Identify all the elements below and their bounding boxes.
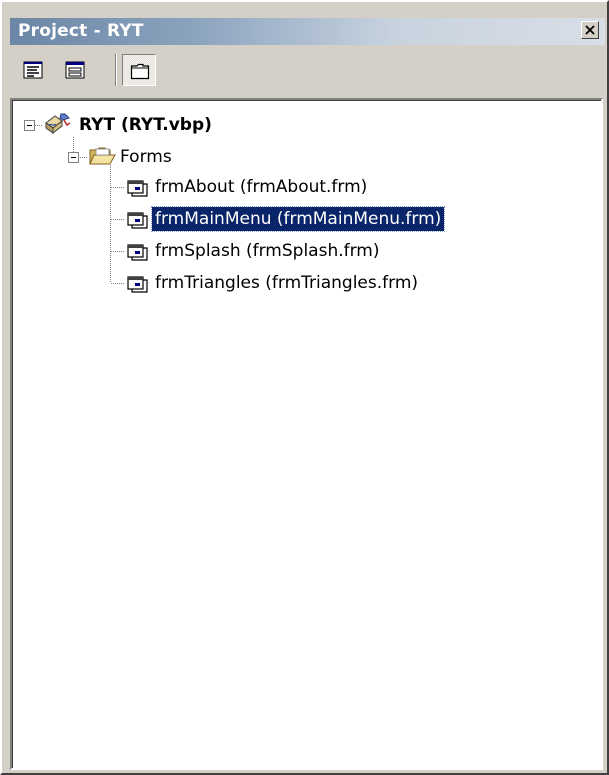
title-bar[interactable]: Project - RYT — [10, 18, 605, 45]
view-code-button[interactable] — [16, 54, 50, 86]
toggle-folders-icon — [130, 63, 150, 80]
collapse-toggle[interactable] — [68, 152, 79, 163]
tree-node-form[interactable]: frmSplash (frmSplash.frm) — [13, 239, 593, 263]
tree-node-form[interactable]: frmTriangles (frmTriangles.frm) — [13, 271, 593, 295]
forms-folder-label: Forms — [120, 147, 172, 167]
form-icon — [127, 244, 148, 261]
project-explorer-window: Project - RYT RYT (RYT.vbp) Forms frmAbo… — [0, 0, 609, 775]
toggle-folders-button[interactable] — [122, 54, 156, 86]
close-button[interactable] — [581, 21, 599, 39]
form-icon — [127, 180, 148, 197]
tree-node-form[interactable]: frmMainMenu (frmMainMenu.frm) — [13, 206, 593, 232]
window-title: Project - RYT — [18, 21, 144, 41]
vb-project-icon — [45, 113, 71, 135]
view-object-button[interactable] — [58, 54, 92, 86]
form-label: frmTriangles (frmTriangles.frm) — [155, 273, 419, 293]
project-label: RYT (RYT.vbp) — [79, 115, 212, 135]
toolbar — [10, 48, 605, 96]
view-code-icon — [23, 61, 43, 79]
form-label-selected: frmMainMenu (frmMainMenu.frm) — [150, 206, 446, 232]
tree-node-form[interactable]: frmAbout (frmAbout.frm) — [13, 175, 593, 199]
tree-node-project[interactable]: RYT (RYT.vbp) — [13, 113, 413, 137]
form-label: frmSplash (frmSplash.frm) — [155, 241, 380, 261]
close-icon — [585, 25, 595, 35]
toolbar-separator — [115, 54, 117, 86]
form-icon — [127, 276, 148, 293]
form-icon — [127, 212, 148, 229]
project-tree[interactable]: RYT (RYT.vbp) Forms frmAbout (frmAbout.f… — [10, 98, 603, 770]
view-object-icon — [65, 61, 85, 79]
form-label: frmAbout (frmAbout.frm) — [155, 177, 368, 197]
folder-open-icon — [89, 147, 116, 165]
tree-node-forms-folder[interactable]: Forms — [13, 145, 413, 169]
collapse-toggle[interactable] — [24, 120, 35, 131]
